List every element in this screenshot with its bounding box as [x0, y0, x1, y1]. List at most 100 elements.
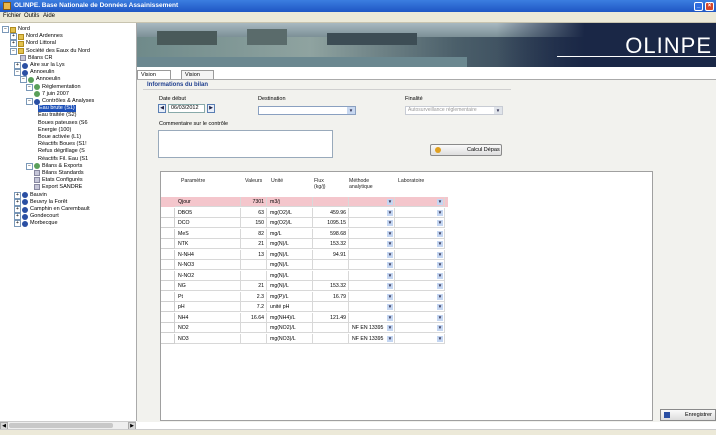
method-cell[interactable]: ▼	[349, 228, 395, 239]
minimize-button[interactable]: _	[694, 2, 703, 11]
chevron-down-icon[interactable]: ▼	[437, 241, 443, 247]
chevron-down-icon[interactable]: ▼	[387, 230, 393, 237]
lab-cell[interactable]: ▼	[395, 333, 445, 344]
chevron-down-icon[interactable]: ▼	[437, 335, 443, 342]
method-cell[interactable]: ▼	[349, 302, 395, 312]
chevron-down-icon[interactable]: ▼	[437, 230, 443, 237]
table-row[interactable]: NO3 mg(NO3)/L NF EN 13395 ▼ ▼	[161, 333, 448, 344]
value-cell[interactable]	[241, 323, 267, 333]
tree-node[interactable]: − Bilans & Exports	[26, 162, 82, 170]
expand-icon[interactable]: +	[10, 33, 17, 41]
chevron-down-icon[interactable]: ▼	[437, 220, 443, 226]
menu-outils[interactable]: Outils	[24, 13, 39, 19]
collapse-icon[interactable]: −	[26, 162, 33, 170]
chevron-down-icon[interactable]: ▼	[437, 251, 443, 258]
lab-cell[interactable]: ▼	[395, 207, 445, 218]
lab-cell[interactable]: ▼	[395, 249, 445, 260]
chevron-down-icon[interactable]: ▼	[387, 335, 393, 342]
tree-node[interactable]: − Réglementation	[26, 83, 81, 91]
table-row[interactable]: NG 21 mg(N)/L 153.32 ▼ ▼	[161, 281, 448, 291]
value-cell[interactable]	[241, 260, 267, 270]
expand-icon[interactable]: +	[14, 213, 21, 221]
chevron-down-icon[interactable]: ▼	[437, 272, 443, 279]
tree-node[interactable]: Bilans CR	[20, 54, 52, 62]
tree-node[interactable]: − Annoeulin	[20, 76, 60, 84]
lab-cell[interactable]: ▼	[395, 291, 445, 302]
method-cell[interactable]: NF EN 13395 ▼	[349, 333, 395, 344]
value-cell[interactable]: 2.3	[241, 291, 267, 302]
chevron-down-icon[interactable]: ▼	[387, 283, 393, 289]
chevron-down-icon[interactable]: ▼	[437, 209, 443, 216]
lab-cell[interactable]: ▼	[395, 228, 445, 239]
tree-node[interactable]: Bilans Standards	[34, 170, 84, 177]
finalite-select[interactable]: Autosurveillance réglementaire ▼	[405, 106, 503, 115]
menu-aide[interactable]: Aide	[43, 13, 55, 19]
table-row[interactable]: Qjour 7301 m3/j ▼ ▼	[161, 197, 448, 207]
destination-select[interactable]: ▼	[258, 106, 356, 115]
lab-cell[interactable]: ▼	[395, 197, 445, 207]
value-cell[interactable]: 63	[241, 207, 267, 218]
table-row[interactable]: NO2 mg(NO2)/L NF EN 13395 ▼ ▼	[161, 323, 448, 333]
chevron-down-icon[interactable]: ▼	[387, 314, 393, 321]
chevron-down-icon[interactable]: ▼	[437, 314, 443, 321]
chevron-down-icon[interactable]: ▼	[387, 251, 393, 258]
chevron-down-icon[interactable]: ▼	[437, 325, 443, 331]
close-button[interactable]: ×	[705, 2, 714, 11]
save-button[interactable]: Enregistrer	[660, 409, 716, 421]
value-cell[interactable]: 82	[241, 228, 267, 239]
lab-cell[interactable]: ▼	[395, 239, 445, 249]
tree-node[interactable]: + Nord Ardennes	[10, 33, 63, 41]
method-cell[interactable]: ▼	[349, 197, 395, 207]
table-row[interactable]: Pt 2.3 mg(P)/L 16.79 ▼ ▼	[161, 291, 448, 302]
date-next-icon[interactable]: ▶	[207, 104, 215, 113]
value-cell[interactable]: 16.64	[241, 312, 267, 323]
collapse-icon[interactable]: −	[26, 83, 33, 91]
lab-cell[interactable]: ▼	[395, 323, 445, 333]
tree-node[interactable]: + Gondecourt	[14, 213, 59, 221]
collapse-icon[interactable]: −	[26, 98, 33, 105]
collapse-icon[interactable]: −	[20, 76, 27, 84]
value-cell[interactable]: 7.2	[241, 302, 267, 312]
tree-node[interactable]: − Contrôles & Analyses	[26, 98, 94, 105]
lab-cell[interactable]: ▼	[395, 218, 445, 228]
tree-node[interactable]: Etats Configurés	[34, 177, 83, 184]
method-cell[interactable]: NF EN 13395 ▼	[349, 323, 395, 333]
chevron-down-icon[interactable]: ▼	[387, 272, 393, 279]
tab-vision-mensuelle[interactable]: Vision mensuelle	[181, 70, 215, 86]
tree-node[interactable]: + Beuvry la Forêt	[14, 198, 67, 206]
menu-fichier[interactable]: Fichier	[3, 13, 21, 19]
date-prev-icon[interactable]: ◀	[158, 104, 166, 113]
expand-icon[interactable]: +	[14, 191, 21, 199]
tree-node[interactable]: + Nord Littoral	[10, 40, 56, 48]
tree-node[interactable]: + Morbecque	[14, 220, 58, 228]
method-cell[interactable]: ▼	[349, 260, 395, 270]
table-row[interactable]: N-NO3 mg(N)/L ▼ ▼	[161, 260, 448, 270]
value-cell[interactable]: 150	[241, 218, 267, 228]
collapse-icon[interactable]: −	[14, 69, 21, 77]
value-cell[interactable]: 7301	[241, 197, 267, 207]
expand-icon[interactable]: +	[10, 40, 17, 48]
chevron-down-icon[interactable]: ▼	[387, 262, 393, 268]
tree-node[interactable]: + Camphin en Carembault	[14, 206, 90, 213]
table-row[interactable]: N-NH4 13 mg(N)/L 94.91 ▼ ▼	[161, 249, 448, 260]
expand-icon[interactable]: +	[14, 198, 21, 206]
method-cell[interactable]: ▼	[349, 312, 395, 323]
expand-icon[interactable]: +	[14, 62, 21, 69]
chevron-down-icon[interactable]: ▼	[387, 209, 393, 216]
calcul-depassement-button[interactable]: Calcul Dépas	[430, 144, 502, 156]
chevron-down-icon[interactable]: ▼	[387, 220, 393, 226]
expand-icon[interactable]: +	[14, 206, 21, 213]
table-row[interactable]: MeS 82 mg/L 598.68 ▼ ▼	[161, 228, 448, 239]
chevron-down-icon[interactable]: ▼	[387, 304, 393, 310]
tree-node[interactable]: − Nord	[2, 26, 30, 33]
chevron-down-icon[interactable]: ▼	[437, 283, 443, 289]
method-cell[interactable]: ▼	[349, 249, 395, 260]
tab-vision-journaliere[interactable]: Vision journalière	[137, 70, 171, 86]
tree-node[interactable]: + Aire sur la Lys	[14, 62, 65, 69]
tree-node[interactable]: − Annoeulin	[14, 69, 54, 77]
scroll-thumb[interactable]	[9, 423, 113, 428]
method-cell[interactable]: ▼	[349, 281, 395, 291]
chevron-down-icon[interactable]: ▼	[437, 304, 443, 310]
value-cell[interactable]	[241, 270, 267, 281]
method-cell[interactable]: ▼	[349, 239, 395, 249]
